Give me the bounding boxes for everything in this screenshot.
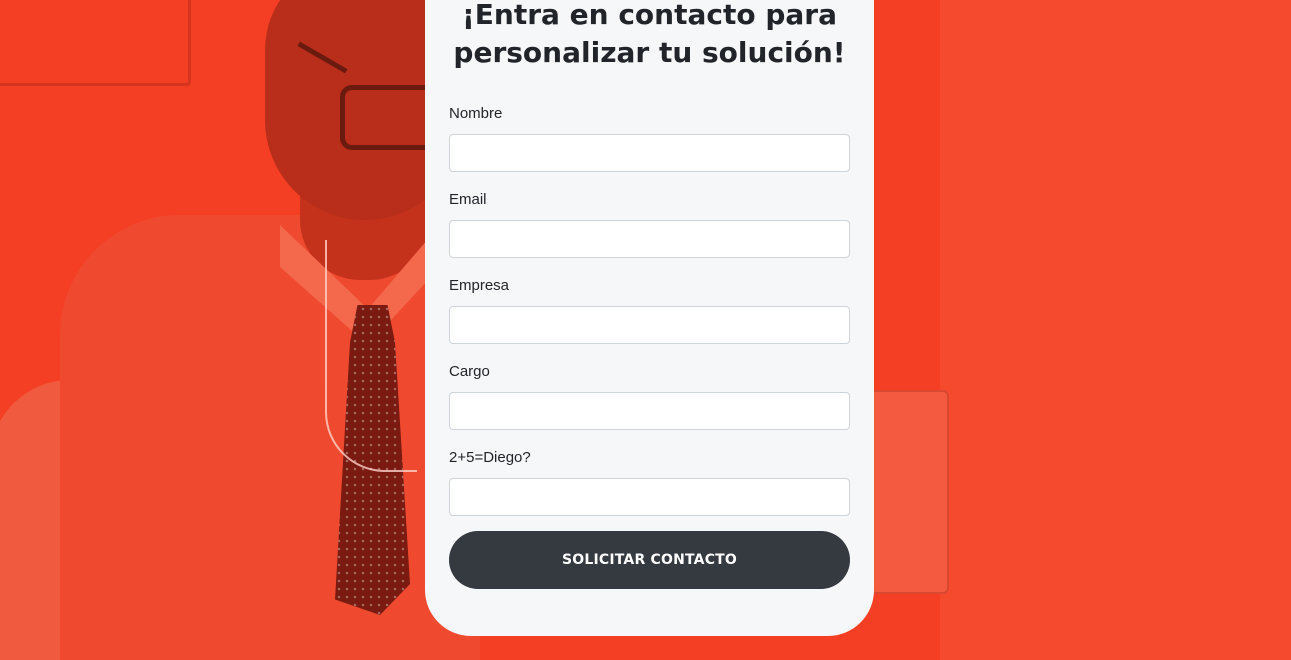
field-nombre: Nombre — [449, 105, 850, 172]
solicitar-contacto-button[interactable]: SOLICITAR CONTACTO — [449, 531, 850, 589]
email-label: Email — [449, 191, 487, 208]
hero-section: ¡Entra en contacto para personalizar tu … — [0, 0, 1291, 660]
background-picture-frame — [0, 0, 191, 86]
background-wall — [940, 0, 1291, 660]
email-input[interactable] — [449, 220, 850, 258]
field-empresa: Empresa — [449, 277, 850, 344]
form-title: ¡Entra en contacto para personalizar tu … — [453, 0, 846, 69]
captcha-label: 2+5=Diego? — [449, 449, 531, 466]
empresa-label: Empresa — [449, 277, 510, 294]
captcha-input[interactable] — [449, 478, 850, 516]
nombre-label: Nombre — [449, 105, 503, 122]
background-earphone-cable — [325, 240, 417, 472]
empresa-input[interactable] — [449, 306, 850, 344]
field-email: Email — [449, 191, 850, 258]
field-captcha: 2+5=Diego? — [449, 449, 850, 516]
nombre-input[interactable] — [449, 134, 850, 172]
cargo-input[interactable] — [449, 392, 850, 430]
field-cargo: Cargo — [449, 363, 850, 430]
cargo-label: Cargo — [449, 363, 490, 380]
contact-form-card: ¡Entra en contacto para personalizar tu … — [425, 0, 874, 636]
